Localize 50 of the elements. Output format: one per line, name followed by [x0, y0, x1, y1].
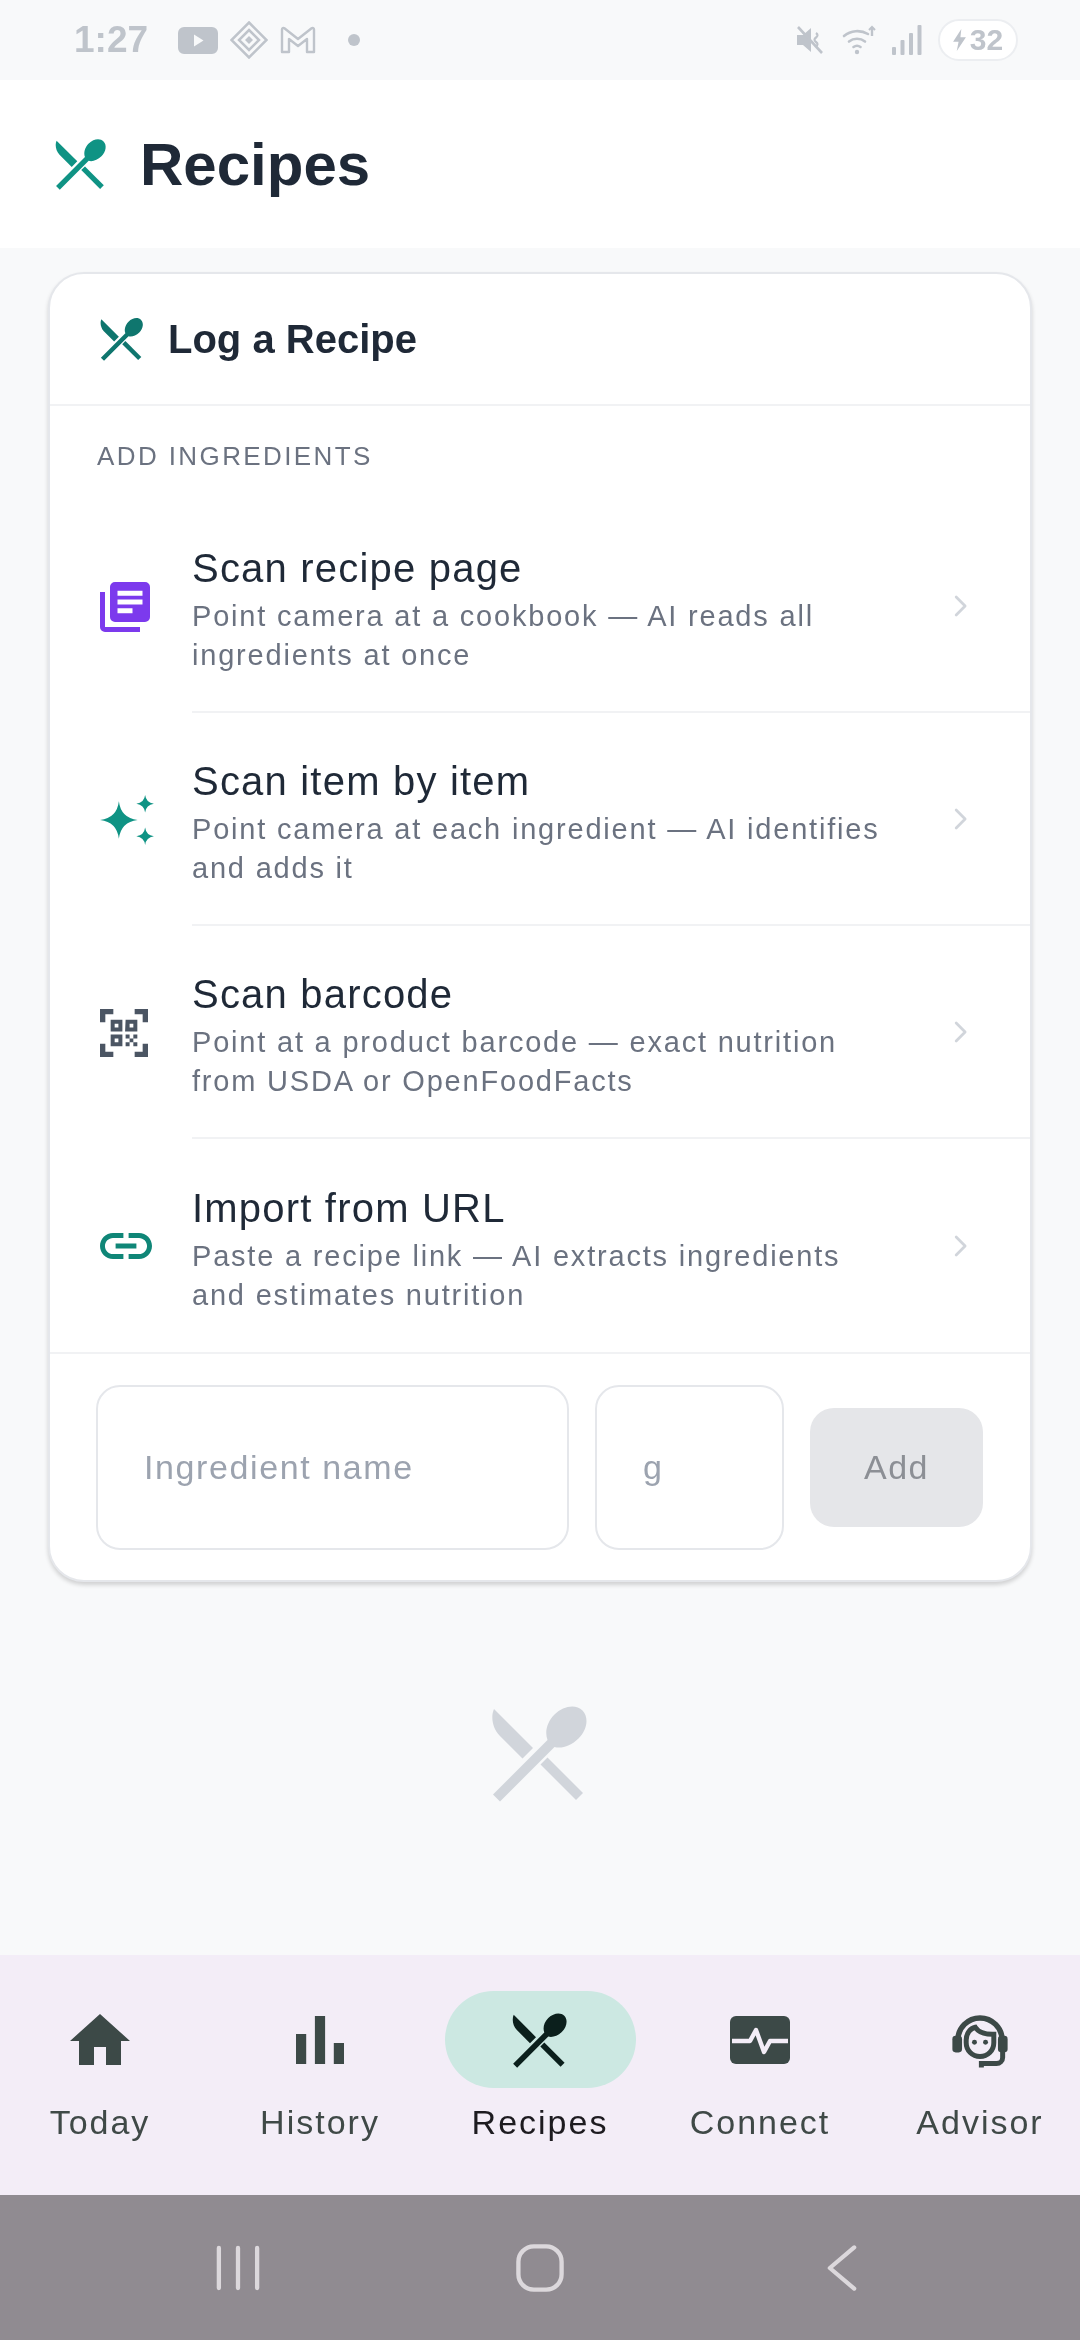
home-icon	[516, 2243, 564, 2292]
option-item[interactable]: Scan recipe page Point camera at a cookbook — AI reads all ingredients at once	[50, 500, 1030, 713]
utensils-icon	[512, 2011, 568, 2068]
chevron-right-icon	[954, 807, 968, 830]
amount-field[interactable]: g	[595, 1384, 784, 1550]
nav-tab[interactable]: Today	[0, 1955, 200, 2195]
section-label: ADD INGREDIENTS	[97, 440, 373, 472]
back-icon	[827, 2243, 857, 2292]
link-icon	[100, 1232, 152, 1259]
nav-tab[interactable]: Recipes	[440, 1955, 640, 2195]
option-description: Paste a recipe link — AI extracts ingredients and estimates nutrition	[192, 1239, 842, 1313]
heart-monitor-icon	[730, 2015, 790, 2064]
page-title: Recipes	[140, 129, 371, 199]
ingredient-name-field[interactable]: Ingredient name	[96, 1384, 569, 1550]
chevron-right-icon	[954, 1234, 968, 1257]
sparkles-icon	[100, 794, 154, 845]
nav-tab[interactable]: Connect	[660, 1955, 860, 2195]
option-description: Point camera at a cookbook — AI reads all ingredients at once	[192, 599, 815, 673]
diamond-icon	[230, 21, 269, 59]
option-title: Scan recipe page	[192, 545, 524, 592]
option-description: Point camera at each ingredient — AI identifies and adds it	[192, 812, 881, 886]
status-time: 1:27	[74, 19, 149, 61]
bar-chart-icon	[296, 2015, 344, 2064]
wifi-icon	[842, 25, 876, 55]
play-icon	[178, 26, 219, 54]
option-title: Scan barcode	[192, 971, 455, 1018]
option-item[interactable]: Scan barcode Point at a product barcode — exact nutrition from USDA or OpenFoodFacts	[50, 926, 1030, 1139]
notification-dot-icon	[348, 34, 361, 46]
qr-code-icon	[100, 1008, 148, 1057]
document-stack-icon	[100, 581, 150, 632]
chevron-right-icon	[954, 594, 968, 617]
option-title: Scan item by item	[192, 758, 532, 805]
nav-tab[interactable]: History	[220, 1955, 420, 2195]
utensils-icon	[55, 138, 107, 190]
chevron-right-icon	[954, 1020, 968, 1043]
nav-tab[interactable]: Advisor	[880, 1955, 1080, 2195]
option-item[interactable]: Scan item by item Point camera at each ingredient — AI identifies and adds it	[50, 713, 1030, 926]
mute-icon	[794, 24, 826, 56]
option-item[interactable]: Import from URL Paste a recipe link — AI extracts ingredients and estimates nutrition	[50, 1139, 1030, 1352]
card-title: Log a Recipe	[168, 316, 417, 362]
recent-apps-icon	[216, 2244, 260, 2291]
battery-level: 32	[969, 23, 1004, 57]
utensils-icon	[100, 317, 144, 361]
signal-icon	[892, 25, 922, 55]
mail-icon	[280, 26, 317, 54]
utensils-icon	[491, 1704, 589, 1802]
bolt-icon	[952, 29, 966, 51]
option-title: Import from URL	[192, 1185, 507, 1232]
option-description: Point at a product barcode — exact nutrition from USDA or OpenFoodFacts	[192, 1025, 839, 1099]
home-icon	[70, 2014, 130, 2065]
